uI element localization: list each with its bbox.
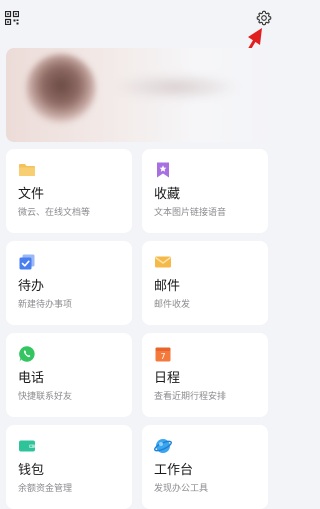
card-subtitle: 邮件收发: [154, 300, 191, 310]
card-subtitle: 微云、在线文档等: [18, 208, 91, 218]
card-title: 电话: [18, 371, 45, 386]
bookmark-icon: [157, 162, 169, 178]
wallet-icon: [19, 440, 35, 452]
card-title: 收藏: [154, 187, 181, 202]
top-bar: [0, 0, 284, 94]
profile-header[interactable]: [6, 48, 278, 142]
phone-icon: [19, 346, 35, 362]
card-title: 邮件: [154, 279, 181, 294]
card-mail[interactable]: 邮件 邮件收发: [142, 241, 268, 325]
calendar-day: 7: [160, 352, 165, 361]
profile-name-blurred: [116, 74, 236, 100]
card-title: 文件: [18, 187, 45, 202]
card-subtitle: 文本图片链接语音: [154, 208, 227, 218]
calendar-icon: 7: [155, 347, 171, 362]
card-favorites[interactable]: 收藏 文本图片链接语音: [142, 149, 268, 233]
todo-icon: [19, 254, 35, 270]
card-subtitle: 发现办公工具: [154, 484, 209, 494]
card-wallet[interactable]: 钱包 余额资金管理: [6, 425, 132, 509]
card-subtitle: 新建待办事项: [18, 300, 73, 310]
mail-icon: [155, 256, 171, 268]
card-title: 日程: [154, 371, 181, 386]
card-subtitle: 余额资金管理: [18, 484, 73, 494]
folder-icon: [19, 164, 35, 176]
card-title: 钱包: [18, 463, 45, 478]
card-title: 工作台: [154, 463, 194, 478]
qr-code-icon[interactable]: [5, 11, 19, 25]
card-subtitle: 查看近期行程安排: [154, 392, 227, 402]
card-subtitle: 快捷联系好友: [18, 392, 73, 402]
card-phone[interactable]: 电话 快捷联系好友: [6, 333, 132, 417]
card-files[interactable]: 文件 微云、在线文档等: [6, 149, 132, 233]
card-title: 待办: [18, 279, 45, 294]
workbench-icon: [154, 439, 172, 453]
card-schedule[interactable]: 7 日程 查看近期行程安排: [142, 333, 268, 417]
card-workbench[interactable]: 工作台 发现办公工具: [142, 425, 268, 509]
avatar[interactable]: [26, 54, 96, 124]
card-todo[interactable]: 待办 新建待办事项: [6, 241, 132, 325]
